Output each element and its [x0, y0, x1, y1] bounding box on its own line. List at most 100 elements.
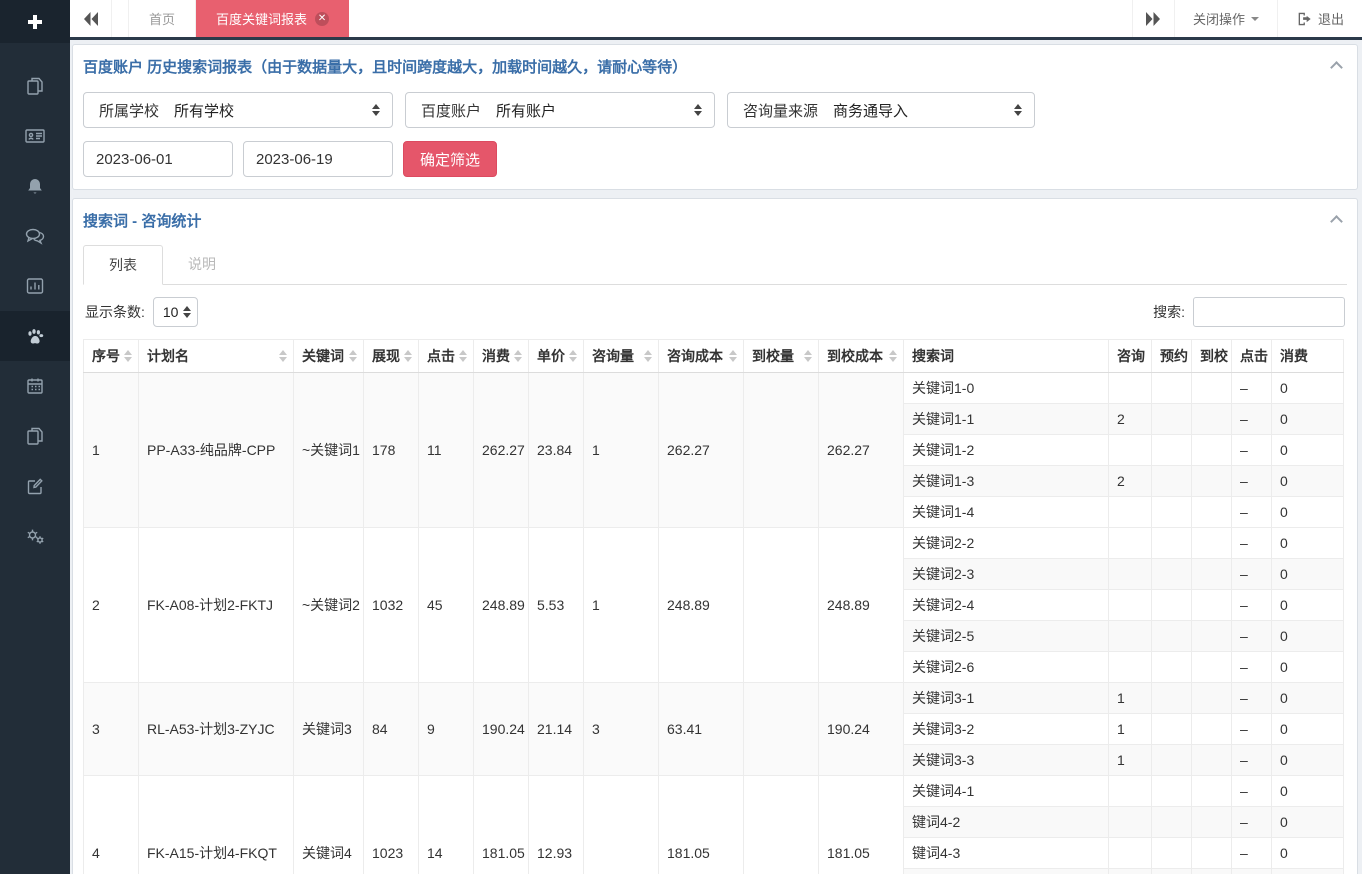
topbar-spacer: [349, 0, 1132, 37]
school-select[interactable]: 所有学校: [174, 93, 392, 127]
column-header-sortable[interactable]: 到校成本: [819, 340, 904, 373]
sidebar-item-settings[interactable]: [0, 511, 70, 561]
sidebar-item-edit[interactable]: [0, 461, 70, 511]
logout-button[interactable]: 退出: [1277, 0, 1362, 37]
plan-impressions-cell: 84: [364, 683, 419, 776]
report-panel: 搜索词 - 咨询统计 列表 说明 显示条数: 10: [72, 198, 1358, 874]
tab-home[interactable]: 首页: [128, 0, 196, 37]
plan-plan-cell: RL-A53-计划3-ZYJC: [139, 683, 294, 776]
term-consult-cell: [1109, 621, 1152, 652]
term-reserve-cell: [1152, 621, 1192, 652]
term-click-cell: –: [1232, 776, 1272, 807]
term-reserve-cell: [1152, 869, 1192, 874]
plan-plan-cell: FK-A08-计划2-FKTJ: [139, 528, 294, 683]
plan-unit-price-cell: 5.53: [529, 528, 584, 683]
account-select[interactable]: 所有账户: [496, 93, 714, 127]
tab-list[interactable]: 列表: [83, 245, 163, 285]
plan-inquiries-cell: 1: [584, 528, 659, 683]
plan-inquiries-cell: 1: [584, 373, 659, 528]
term-consult-cell: 1: [1109, 714, 1152, 745]
double-right-arrow-icon: [1145, 12, 1161, 26]
source-select[interactable]: 商务通导入: [833, 93, 1034, 127]
sidebar-item-baidu[interactable]: [0, 311, 70, 361]
column-header: 咨询: [1109, 340, 1152, 373]
column-header-sortable[interactable]: 展现: [364, 340, 419, 373]
source-filter-label: 咨询量来源: [728, 100, 833, 121]
term-term-cell: 关键词1-1: [904, 404, 1109, 435]
column-header-sortable[interactable]: 咨询量: [584, 340, 659, 373]
main-area: 首页 百度关键词报表 ✕ 关闭操作 退出 百度账户 历史搜索词报表（由于数据量大…: [70, 0, 1362, 874]
term-reserve-cell: [1152, 838, 1192, 869]
column-header-sortable[interactable]: 消费: [474, 340, 529, 373]
plan-keyword-cell: 关键词4: [294, 776, 364, 874]
term-term-cell: 关键词3-1: [904, 683, 1109, 714]
tab-close-icon[interactable]: ✕: [315, 12, 329, 26]
term-arrive-cell: [1192, 838, 1232, 869]
term-term-cell: 关键词1-0: [904, 373, 1109, 404]
sidebar-item-id-card[interactable]: [0, 111, 70, 161]
term-term-cell: 键词4-2: [904, 807, 1109, 838]
report-panel-title: 搜索词 - 咨询统计: [83, 211, 1347, 233]
account-filter-group: 百度账户 所有账户: [405, 92, 715, 128]
term-reserve-cell: [1152, 497, 1192, 528]
apply-filter-button[interactable]: 确定筛选: [403, 141, 497, 177]
tab-notes[interactable]: 说明: [163, 245, 241, 284]
plan-seq-cell: 3: [84, 683, 139, 776]
term-click-cell: –: [1232, 714, 1272, 745]
tab-report-label: 百度关键词报表: [216, 9, 307, 28]
term-reserve-cell: [1152, 683, 1192, 714]
term-cost-cell: 0: [1272, 652, 1344, 683]
sort-icon: [644, 350, 652, 362]
sidebar-item-documents[interactable]: [0, 61, 70, 111]
term-arrive-cell: [1192, 466, 1232, 497]
column-header-sortable[interactable]: 到校量: [744, 340, 819, 373]
term-term-cell: 关键词1-2: [904, 435, 1109, 466]
column-header-sortable[interactable]: 计划名: [139, 340, 294, 373]
sort-icon: [404, 350, 412, 362]
sidebar-add-button[interactable]: [0, 0, 70, 43]
tabs-scroll-left-button[interactable]: [70, 0, 112, 37]
term-arrive-cell: [1192, 807, 1232, 838]
caret-down-icon: [1251, 17, 1259, 21]
sidebar-item-statistics[interactable]: [0, 261, 70, 311]
column-header-sortable[interactable]: 序号: [84, 340, 139, 373]
term-term-cell: 关键词2-5: [904, 621, 1109, 652]
sidebar: [0, 0, 70, 874]
search-input[interactable]: [1193, 297, 1345, 327]
term-reserve-cell: [1152, 714, 1192, 745]
date-from-input[interactable]: [83, 141, 233, 177]
term-click-cell: –: [1232, 435, 1272, 466]
sidebar-item-files[interactable]: [0, 411, 70, 461]
term-reserve-cell: [1152, 745, 1192, 776]
date-to-input[interactable]: [243, 141, 393, 177]
table-controls: 显示条数: 10 搜索:: [83, 285, 1347, 337]
comments-icon: [24, 226, 46, 246]
term-term-cell: 关键词1-3: [904, 466, 1109, 497]
column-header-sortable[interactable]: 关键词: [294, 340, 364, 373]
term-arrive-cell: [1192, 652, 1232, 683]
column-header-sortable[interactable]: 单价: [529, 340, 584, 373]
filter-panel-title: 百度账户 历史搜索词报表（由于数据量大，且时间跨度越大，加载时间越久，请耐心等待…: [83, 57, 1347, 79]
sidebar-item-calendar[interactable]: [0, 361, 70, 411]
table-row: 4FK-A15-计划4-FKQT关键词4102314181.0512.93181…: [84, 776, 1344, 807]
term-consult-cell: 2: [1109, 404, 1152, 435]
term-consult-cell: [1109, 652, 1152, 683]
plan-cost-cell: 181.05: [474, 776, 529, 874]
tab-baidu-keyword-report[interactable]: 百度关键词报表 ✕: [196, 0, 349, 37]
term-cost-cell: 0: [1272, 435, 1344, 466]
column-header-sortable[interactable]: 咨询成本: [659, 340, 744, 373]
plan-seq-cell: 2: [84, 528, 139, 683]
term-cost-cell: 0: [1272, 838, 1344, 869]
term-consult-cell: [1109, 776, 1152, 807]
sidebar-item-messages[interactable]: [0, 211, 70, 261]
tabs-scroll-right-button[interactable]: [1132, 0, 1174, 37]
sidebar-item-notifications[interactable]: [0, 161, 70, 211]
close-actions-dropdown[interactable]: 关闭操作: [1174, 0, 1277, 37]
plus-icon: [26, 13, 44, 31]
term-term-cell: 关键词3-3: [904, 745, 1109, 776]
sign-out-icon: [1296, 11, 1312, 27]
term-consult-cell: [1109, 838, 1152, 869]
plan-arrival-cost-cell: 181.05: [819, 776, 904, 874]
column-header-sortable[interactable]: 点击: [419, 340, 474, 373]
page-size-select[interactable]: 10: [153, 297, 199, 327]
